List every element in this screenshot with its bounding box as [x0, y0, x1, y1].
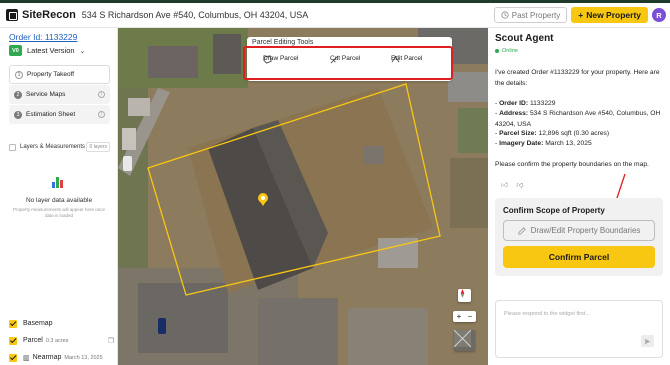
parcel-checkbox[interactable] — [9, 336, 17, 345]
polygon-icon — [263, 55, 272, 64]
layer-parcel[interactable]: Parcel 0.3 acres ❐ — [9, 332, 114, 349]
thumbs-up-icon[interactable]: 👍︎ — [501, 180, 508, 189]
edit-vertex-icon — [391, 55, 400, 63]
base-layers-list: Basemap Parcel 0.3 acres ❐ ▥ Nearmap Mar… — [9, 315, 114, 365]
detail-address: - Address: 534 S Richardson Ave #540, Co… — [495, 110, 661, 128]
plus-icon: + — [578, 10, 584, 20]
imagery-date: March 13, 2025 — [64, 354, 103, 361]
detail-value: 12,896 sqft (0.30 acres) — [538, 130, 610, 137]
detail-label: Parcel Size: — [499, 130, 537, 137]
confirm-parcel-button[interactable]: Confirm Parcel — [503, 246, 655, 268]
thumbs-down-icon[interactable]: 👎︎ — [516, 180, 523, 189]
layer-basemap[interactable]: Basemap — [9, 315, 114, 332]
step-label: Service Maps — [26, 91, 66, 98]
new-property-button[interactable]: + New Property — [571, 7, 648, 23]
layer-nearmap[interactable]: ▥ Nearmap March 13, 2025 — [9, 349, 114, 365]
map-view[interactable]: Parcel Editing Tools Draw Parcel Cut Par… — [118, 28, 488, 365]
detail-order-id: - Order ID: 1133229 — [495, 100, 556, 107]
no-layer-description: Property measurements will appear here o… — [12, 207, 106, 218]
copy-icon[interactable]: ❐ — [108, 337, 114, 345]
step-number: 1 — [15, 70, 23, 79]
past-property-button[interactable]: Past Property — [493, 7, 568, 23]
bar-chart-icon — [52, 175, 65, 188]
satellite-thumbnail-icon — [454, 330, 471, 347]
draw-parcel-tool[interactable]: Draw Parcel — [263, 55, 298, 64]
agent-message-intro: I've created Order #1133229 for your pro… — [495, 69, 660, 87]
left-sidebar: Order Id: 1133229 V0 Latest Version ⌄ 1 … — [0, 28, 118, 365]
basemap-checkbox[interactable] — [9, 319, 17, 328]
map-icon: ▥ — [23, 354, 30, 362]
detail-label: Address: — [499, 110, 529, 117]
info-icon: ! — [98, 91, 105, 98]
send-button[interactable] — [641, 335, 654, 347]
pencil-icon — [518, 226, 526, 235]
layer-label: Basemap — [23, 320, 53, 327]
step-label: Estimation Sheet — [26, 111, 76, 118]
compass-icon — [460, 289, 465, 298]
version-selector[interactable]: V0 Latest Version ⌄ — [9, 45, 85, 56]
confirm-scope-title: Confirm Scope of Property — [503, 206, 605, 215]
edit-parcel-tool[interactable]: Edit Parcel — [391, 55, 422, 63]
parcel-size: 0.3 acres — [45, 337, 69, 344]
user-avatar[interactable]: R — [652, 8, 666, 22]
no-layer-title: No layer data available — [25, 197, 93, 204]
agent-message-closing: Please confirm the property boundaries o… — [495, 161, 649, 168]
cut-icon — [330, 55, 339, 64]
detail-imagery-date: - Imagery Date: March 13, 2025 — [495, 140, 592, 147]
nearmap-checkbox[interactable] — [9, 353, 17, 362]
step-property-takeoff[interactable]: 1 Property Takeoff — [9, 65, 110, 84]
layers-checkbox[interactable] — [9, 143, 16, 151]
header-address: 534 S Richardson Ave #540, Columbus, OH … — [81, 10, 309, 20]
step-number: 3 — [14, 110, 22, 119]
detail-value: 1133229 — [529, 100, 556, 107]
version-badge: V0 — [9, 45, 22, 56]
siterecon-logo-icon — [6, 9, 18, 21]
info-icon: ! — [98, 111, 105, 118]
online-dot-icon — [495, 49, 499, 53]
top-bar: SiteRecon 534 S Richardson Ave #540, Col… — [0, 0, 670, 28]
agent-status: Online — [495, 48, 518, 54]
layer-label: Nearmap — [32, 354, 62, 361]
draw-edit-boundaries-button[interactable]: Draw/Edit Property Boundaries — [503, 220, 655, 241]
detail-label: Order ID: — [499, 100, 529, 107]
send-icon — [644, 338, 651, 344]
detail-label: Imagery Date: — [499, 140, 544, 147]
confirm-scope-card: Confirm Scope of Property Draw/Edit Prop… — [495, 198, 663, 276]
chat-input-box[interactable]: Please respond to the widget first... — [495, 300, 663, 358]
step-number: 2 — [14, 90, 22, 99]
chat-input-placeholder: Please respond to the widget first... — [504, 311, 590, 317]
chevron-down-icon: ⌄ — [79, 47, 86, 55]
agent-title: Scout Agent — [495, 33, 554, 44]
past-property-label: Past Property — [511, 10, 561, 20]
detail-value: March 13, 2025 — [545, 140, 592, 147]
step-estimation-sheet[interactable]: 3 Estimation Sheet ! — [9, 105, 110, 124]
detail-parcel-size: - Parcel Size: 12,896 sqft (0.30 acres) — [495, 130, 610, 137]
status-label: Online — [502, 48, 518, 54]
zoom-controls: + − — [453, 311, 476, 322]
cut-parcel-tool[interactable]: Cut Parcel — [330, 55, 360, 64]
step-service-maps[interactable]: 2 Service Maps ! — [9, 85, 110, 104]
order-id-link[interactable]: Order Id: 1133229 — [9, 32, 77, 42]
scout-agent-panel: Scout Agent Online I've created Order #1… — [488, 28, 670, 365]
brand-name: SiteRecon — [22, 9, 76, 21]
layer-label: Parcel — [23, 337, 43, 344]
tools-highlight-box — [243, 46, 453, 80]
version-label: Latest Version — [27, 46, 75, 55]
step-label: Property Takeoff — [27, 71, 75, 78]
draw-edit-label: Draw/Edit Property Boundaries — [530, 226, 641, 235]
workflow-steps: 1 Property Takeoff 2 Service Maps ! 3 Es… — [9, 65, 110, 125]
compass-button[interactable] — [458, 289, 471, 302]
layers-label: Layers & Measurements — [20, 144, 86, 150]
layers-measurements-row[interactable]: Layers & Measurements 0 layers — [9, 142, 110, 152]
zoom-out-button[interactable]: − — [465, 312, 476, 321]
history-icon — [501, 11, 509, 19]
tools-title: Parcel Editing Tools — [252, 39, 314, 46]
message-feedback: 👍︎ 👎︎ — [501, 180, 523, 189]
zoom-in-button[interactable]: + — [454, 312, 465, 321]
new-property-label: New Property — [586, 10, 641, 20]
basemap-toggle[interactable] — [454, 330, 475, 351]
brand-logo[interactable]: SiteRecon — [6, 9, 76, 21]
layers-count-badge: 0 layers — [86, 142, 110, 152]
